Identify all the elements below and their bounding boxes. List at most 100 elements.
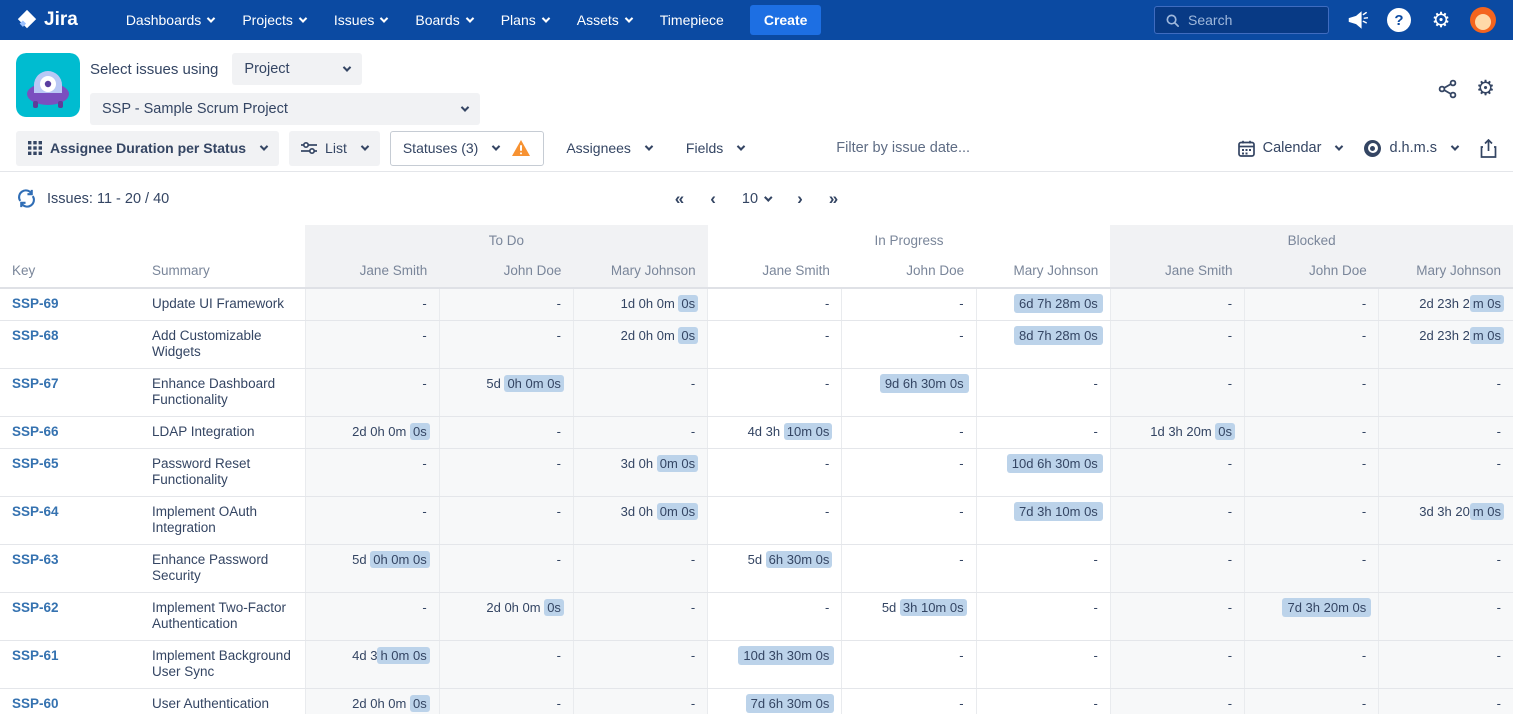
- duration-cell: -: [573, 593, 707, 641]
- duration-cell: -: [305, 449, 439, 497]
- duration-cell: -: [976, 417, 1110, 449]
- duration-highlight: 0s: [678, 327, 698, 344]
- issue-date-filter-input[interactable]: Filter by issue date...: [836, 140, 970, 156]
- duration-cell: -: [1245, 449, 1379, 497]
- issue-summary: Update UI Framework: [140, 288, 305, 321]
- chevron-down-icon: [361, 142, 369, 150]
- duration-cell: -: [1245, 689, 1379, 714]
- duration-cell: -: [1110, 369, 1244, 417]
- issue-key-link[interactable]: SSP-65: [12, 456, 59, 471]
- issue-key-link[interactable]: SSP-67: [12, 376, 59, 391]
- column-header-key: Key: [0, 254, 140, 288]
- duration-cell: 4d 3h 0m 0s: [305, 641, 439, 689]
- statuses-dropdown[interactable]: Statuses (3): [390, 131, 544, 166]
- duration-highlight: 7d 3h 20m 0s: [1282, 598, 1371, 617]
- issue-key-link[interactable]: SSP-61: [12, 648, 59, 663]
- calendar-dropdown[interactable]: Calendar: [1238, 140, 1343, 157]
- assignee-column-header: Mary Johnson: [1379, 254, 1513, 288]
- issues-count-label: Issues: 11 - 20 / 40: [47, 191, 169, 207]
- help-icon[interactable]: ?: [1385, 6, 1413, 34]
- duration-cell: 3d 0h 0m 0s: [573, 497, 707, 545]
- duration-cell: -: [976, 369, 1110, 417]
- issue-key-link[interactable]: SSP-69: [12, 296, 59, 311]
- report-settings-gear-icon[interactable]: ⚙: [1476, 78, 1495, 99]
- duration-cell: -: [842, 449, 976, 497]
- duration-cell: 6d 7h 28m 0s: [976, 288, 1110, 321]
- duration-cell: -: [439, 545, 573, 593]
- announcements-icon[interactable]: [1343, 6, 1371, 34]
- table-row: SSP-63Enhance Password Security5d 0h 0m …: [0, 545, 1513, 593]
- duration-cell: -: [439, 288, 573, 321]
- assignee-header-row: Key Summary Jane SmithJohn DoeMary Johns…: [0, 254, 1513, 288]
- duration-highlight: 0s: [1215, 423, 1235, 440]
- issue-summary: Enhance Dashboard Functionality: [140, 369, 305, 417]
- user-avatar[interactable]: [1469, 6, 1497, 34]
- duration-cell: 2d 0h 0m 0s: [305, 689, 439, 714]
- duration-highlight: 0s: [410, 695, 430, 712]
- page-size-dropdown[interactable]: 10: [742, 191, 771, 207]
- report-type-dropdown[interactable]: Assignee Duration per Status: [16, 131, 279, 166]
- calendar-icon: [1238, 140, 1255, 157]
- table-row: SSP-68Add Customizable Widgets--2d 0h 0m…: [0, 321, 1513, 369]
- time-format-dropdown[interactable]: d.h.m.s: [1364, 140, 1458, 157]
- table-row: SSP-60User Authentication2d 0h 0m 0s--7d…: [0, 689, 1513, 714]
- next-page-button[interactable]: ›: [797, 190, 803, 207]
- duration-highlight: m 0s: [1470, 327, 1504, 344]
- nav-item-dashboards[interactable]: Dashboards: [114, 6, 227, 34]
- duration-cell: -: [305, 593, 439, 641]
- chevron-down-icon: [343, 63, 351, 71]
- issue-key-link[interactable]: SSP-62: [12, 600, 59, 615]
- nav-item-plans[interactable]: Plans: [489, 6, 561, 34]
- last-page-button[interactable]: »: [829, 190, 838, 207]
- share-icon[interactable]: [1438, 78, 1458, 99]
- create-button[interactable]: Create: [750, 5, 822, 35]
- issue-key-link[interactable]: SSP-63: [12, 552, 59, 567]
- settings-gear-icon[interactable]: ⚙: [1427, 6, 1455, 34]
- issue-key-link[interactable]: SSP-64: [12, 504, 59, 519]
- nav-item-boards[interactable]: Boards: [403, 6, 484, 34]
- duration-cell: -: [1379, 593, 1513, 641]
- fields-dropdown[interactable]: Fields: [674, 131, 756, 166]
- chevron-down-icon: [492, 142, 500, 150]
- duration-cell: -: [976, 593, 1110, 641]
- issue-summary: LDAP Integration: [140, 417, 305, 449]
- nav-item-timepiece[interactable]: Timepiece: [648, 6, 736, 34]
- chevron-down-icon: [645, 142, 653, 150]
- project-dropdown[interactable]: SSP - Sample Scrum Project: [90, 93, 480, 125]
- view-mode-dropdown[interactable]: List: [289, 131, 380, 166]
- global-search[interactable]: [1154, 6, 1329, 34]
- duration-cell: 1d 0h 0m 0s: [573, 288, 707, 321]
- issue-key-link[interactable]: SSP-66: [12, 424, 59, 439]
- assignee-column-header: Mary Johnson: [976, 254, 1110, 288]
- export-icon[interactable]: [1480, 139, 1497, 158]
- assignees-dropdown[interactable]: Assignees: [554, 131, 664, 166]
- search-input[interactable]: [1188, 12, 1308, 28]
- jira-logo[interactable]: Jira: [16, 9, 78, 31]
- first-page-button[interactable]: «: [675, 190, 684, 207]
- nav-item-issues[interactable]: Issues: [322, 6, 399, 34]
- chevron-down-icon: [380, 14, 388, 22]
- duration-format-icon: [1364, 140, 1381, 157]
- prev-page-button[interactable]: ‹: [710, 190, 716, 207]
- issue-source-dropdown[interactable]: Project: [232, 53, 362, 85]
- issue-key-link[interactable]: SSP-68: [12, 328, 59, 343]
- duration-cell: 3d 0h 0m 0s: [573, 449, 707, 497]
- chevron-down-icon: [299, 14, 307, 22]
- duration-cell: -: [439, 689, 573, 714]
- issue-key-link[interactable]: SSP-60: [12, 696, 59, 711]
- duration-cell: -: [439, 449, 573, 497]
- sliders-icon: [301, 141, 317, 155]
- chevron-down-icon: [260, 142, 268, 150]
- duration-highlight: 0h 0m 0s: [504, 375, 563, 392]
- nav-item-projects[interactable]: Projects: [230, 6, 318, 34]
- duration-cell: -: [1245, 369, 1379, 417]
- duration-cell: -: [842, 545, 976, 593]
- nav-item-assets[interactable]: Assets: [565, 6, 644, 34]
- duration-highlight: 0s: [544, 599, 564, 616]
- assignee-column-header: John Doe: [439, 254, 573, 288]
- duration-cell: 7d 3h 20m 0s: [1245, 593, 1379, 641]
- duration-cell: -: [708, 321, 842, 369]
- duration-cell: -: [1379, 417, 1513, 449]
- issues-table-body: SSP-69Update UI Framework--1d 0h 0m 0s--…: [0, 288, 1513, 714]
- refresh-icon[interactable]: [16, 188, 37, 209]
